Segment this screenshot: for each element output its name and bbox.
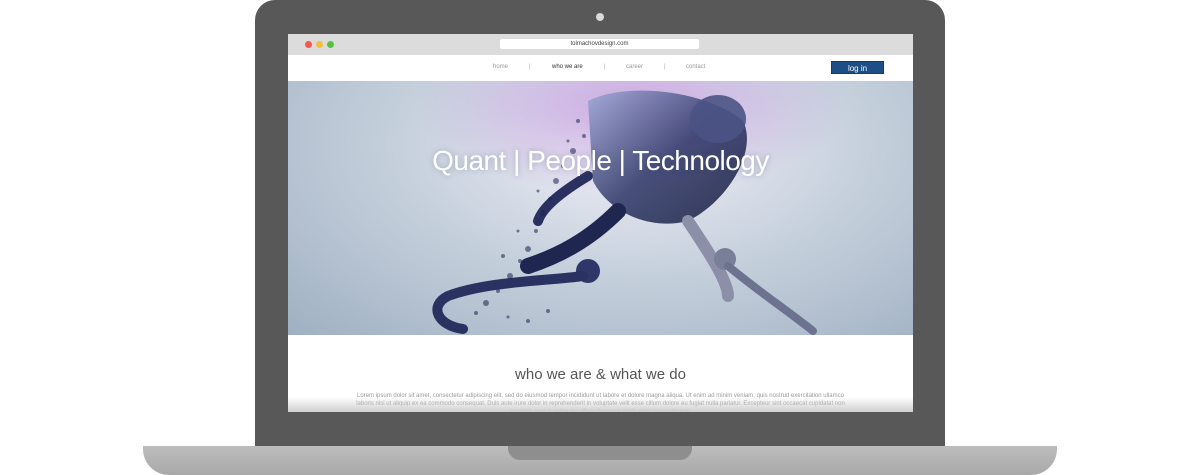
- address-bar[interactable]: tolmachovdesign.com: [500, 39, 699, 49]
- laptop-base-notch: [508, 446, 692, 460]
- laptop-screen: tolmachovdesign.com home | who we are | …: [288, 34, 913, 412]
- section-title: who we are & what we do: [515, 366, 686, 383]
- login-button[interactable]: log in: [831, 61, 884, 74]
- nav-contact[interactable]: contact: [686, 64, 705, 70]
- webcam: [596, 13, 604, 21]
- nav-home[interactable]: home: [493, 64, 508, 70]
- site-navbar: home | who we are | career | contact log…: [288, 55, 913, 81]
- nav-career[interactable]: career: [626, 64, 643, 70]
- browser-chrome: tolmachovdesign.com: [288, 34, 913, 55]
- minimize-window-button[interactable]: [316, 41, 323, 48]
- nav-who-we-are[interactable]: who we are: [552, 64, 583, 70]
- close-window-button[interactable]: [305, 41, 312, 48]
- maximize-window-button[interactable]: [327, 41, 334, 48]
- nav-separator: |: [664, 64, 666, 70]
- hero-title: Quant | People | Technology: [432, 145, 769, 176]
- hero-banner: Quant | People | Technology: [288, 81, 913, 335]
- robot-runner-image: [288, 81, 913, 335]
- nav-separator: |: [529, 64, 531, 70]
- screen-bottom-fade: [288, 397, 913, 412]
- nav-separator: |: [604, 64, 606, 70]
